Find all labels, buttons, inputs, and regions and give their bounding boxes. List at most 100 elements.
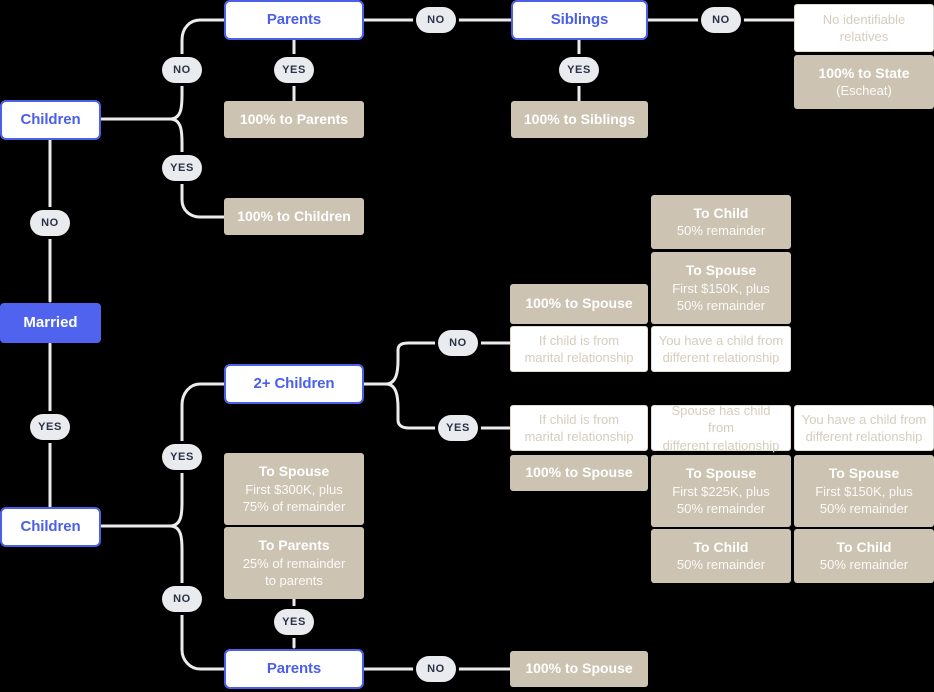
note-you-have-child-b: You have a child from different relation… (794, 405, 934, 451)
outcome-to-spouse-300k-detail1: First $300K, plus (245, 481, 343, 497)
note-spouse-has-child-b-line1: Spouse has child from (671, 403, 771, 436)
edge-label-married-yes: YES (30, 414, 70, 440)
note-you-have-child-a-line1: You have a child from (658, 332, 784, 348)
note-you-have-child-a-line2: different relationship (662, 350, 780, 365)
outcome-to-spouse-225k-detail2: 50% remainder (676, 500, 766, 516)
decision-two-plus-children-label: 2+ Children (253, 374, 335, 392)
note-marital-relationship-a: If child is from marital relationship (510, 326, 648, 372)
decision-parents-bottom[interactable]: Parents (224, 649, 364, 689)
outcome-100-to-children-title: 100% to Children (237, 207, 351, 224)
edge-label-siblings-yes-text: YES (567, 64, 591, 76)
node-married-label: Married (23, 313, 78, 331)
edge-label-parents-top-yes: YES (274, 57, 314, 83)
edge-label-children-top-yes-text: YES (170, 162, 194, 174)
edge-label-children-top-yes: YES (162, 155, 202, 181)
outcome-to-spouse-150k-b: To Spouse First $150K, plus 50% remainde… (794, 455, 934, 527)
note-marital-relationship-b: If child is from marital relationship (510, 405, 648, 451)
outcome-100-to-spouse-a-title: 100% to Spouse (525, 295, 633, 312)
outcome-to-spouse-150k-b-detail2: 50% remainder (819, 500, 909, 516)
outcome-100-to-parents-title: 100% to Parents (239, 110, 349, 127)
outcome-to-spouse-150k-b-detail1: First $150K, plus (815, 483, 913, 499)
note-no-identifiable-relatives: No identifiable relatives (794, 4, 934, 52)
outcome-to-spouse-150k-a: To Spouse First $150K, plus 50% remainde… (651, 252, 791, 324)
outcome-to-child-50-c-detail: 50% remainder (819, 557, 909, 573)
note-marital-relationship-b-line2: marital relationship (524, 429, 634, 444)
outcome-to-spouse-150k-a-detail1: First $150K, plus (672, 280, 770, 296)
note-marital-relationship-a-line2: marital relationship (524, 350, 634, 365)
edge-label-siblings-yes: YES (559, 57, 599, 83)
outcome-100-to-parents: 100% to Parents (224, 101, 364, 138)
outcome-to-child-50-b-detail: 50% remainder (676, 557, 766, 573)
decision-siblings[interactable]: Siblings (511, 0, 648, 40)
outcome-to-child-50-a-title: To Child (693, 204, 749, 221)
edge-label-married-yes-text: YES (38, 421, 62, 433)
note-no-identifiable-relatives-label: No identifiable relatives (822, 11, 906, 44)
decision-parents-top-label: Parents (266, 10, 322, 28)
edge-label-parents-bottom-no: NO (416, 656, 456, 682)
decision-parents-bottom-label: Parents (266, 659, 322, 677)
outcome-to-child-50-c: To Child 50% remainder (794, 529, 934, 583)
outcome-100-to-spouse-b-title: 100% to Spouse (525, 464, 633, 481)
outcome-100-to-spouse-b: 100% to Spouse (510, 455, 648, 491)
edge-label-parents-bottom-yes: YES (274, 609, 314, 635)
decision-siblings-label: Siblings (550, 10, 609, 28)
edge-label-children-bottom-no: NO (162, 586, 202, 612)
edge-label-parents-top-no: NO (416, 7, 456, 33)
outcome-100-to-siblings-title: 100% to Siblings (523, 110, 636, 127)
edge-label-children-top-no: NO (162, 57, 202, 83)
outcome-to-spouse-225k-detail1: First $225K, plus (672, 483, 770, 499)
decision-children-top[interactable]: Children (0, 100, 101, 140)
outcome-to-spouse-300k-title: To Spouse (258, 463, 330, 479)
edge-label-two-plus-no-text: NO (449, 337, 467, 349)
outcome-100-to-spouse-c: 100% to Spouse (510, 651, 648, 687)
note-spouse-has-child-b: Spouse has child from different relation… (651, 403, 791, 453)
edge-label-children-bottom-yes-text: YES (170, 451, 194, 463)
outcome-to-spouse-150k-a-title: To Spouse (685, 262, 757, 278)
decision-two-plus-children[interactable]: 2+ Children (224, 364, 364, 404)
node-married-start[interactable]: Married (0, 303, 101, 343)
outcome-state-escheat-detail: (Escheat) (836, 83, 892, 99)
decision-children-bottom[interactable]: Children (0, 507, 101, 547)
edge-label-children-top-down-no: NO (30, 210, 70, 236)
outcome-to-parents-25-detail1: 25% of remainder (242, 555, 346, 571)
edge-label-children-bottom-no-text: NO (173, 593, 191, 605)
decision-children-bottom-label: Children (20, 517, 81, 535)
edge-label-siblings-no-text: NO (712, 14, 730, 26)
note-you-have-child-a: You have a child from different relation… (651, 326, 791, 372)
edge-label-siblings-no: NO (701, 7, 741, 33)
outcome-to-child-50-a-detail: 50% remainder (676, 223, 766, 239)
outcome-to-parents-25: To Parents 25% of remainder to parents (224, 527, 364, 599)
outcome-to-parents-25-title: To Parents (258, 537, 330, 553)
outcome-to-child-50-a: To Child 50% remainder (651, 195, 791, 249)
note-marital-relationship-a-line1: If child is from (538, 332, 620, 348)
edge-label-parents-top-yes-text: YES (282, 64, 306, 76)
edge-label-two-plus-no: NO (438, 330, 478, 356)
note-you-have-child-b-line1: You have a child from (801, 411, 927, 427)
edge-label-two-plus-yes-text: YES (446, 422, 470, 434)
edge-label-parents-bottom-no-text: NO (427, 663, 445, 675)
edge-label-children-bottom-yes: YES (162, 444, 202, 470)
outcome-to-spouse-225k: To Spouse First $225K, plus 50% remainde… (651, 455, 791, 527)
decision-parents-top[interactable]: Parents (224, 0, 364, 40)
outcome-to-spouse-150k-b-title: To Spouse (828, 465, 900, 481)
decision-children-top-label: Children (20, 110, 81, 128)
note-you-have-child-b-line2: different relationship (805, 429, 923, 444)
outcome-to-child-50-b-title: To Child (693, 538, 749, 555)
outcome-to-spouse-225k-title: To Spouse (685, 465, 757, 481)
note-spouse-has-child-b-line2: different relationship (662, 437, 780, 453)
note-marital-relationship-b-line1: If child is from (538, 411, 620, 427)
edge-label-children-top-no-text: NO (173, 64, 191, 76)
outcome-to-child-50-b: To Child 50% remainder (651, 529, 791, 583)
outcome-state-escheat-title: 100% to State (818, 64, 910, 81)
outcome-to-parents-25-detail2: to parents (265, 572, 323, 588)
outcome-to-spouse-300k-detail2: 75% of remainder (242, 498, 346, 514)
edge-label-two-plus-yes: YES (438, 415, 478, 441)
edge-label-parents-bottom-yes-text: YES (282, 616, 306, 628)
outcome-state-escheat: 100% to State (Escheat) (794, 55, 934, 109)
outcome-100-to-spouse-c-title: 100% to Spouse (525, 660, 633, 677)
outcome-to-spouse-300k: To Spouse First $300K, plus 75% of remai… (224, 453, 364, 525)
outcome-100-to-children: 100% to Children (224, 198, 364, 235)
edge-label-children-top-down-no-text: NO (41, 217, 59, 229)
outcome-100-to-spouse-a: 100% to Spouse (510, 284, 648, 324)
outcome-to-child-50-c-title: To Child (836, 538, 892, 555)
